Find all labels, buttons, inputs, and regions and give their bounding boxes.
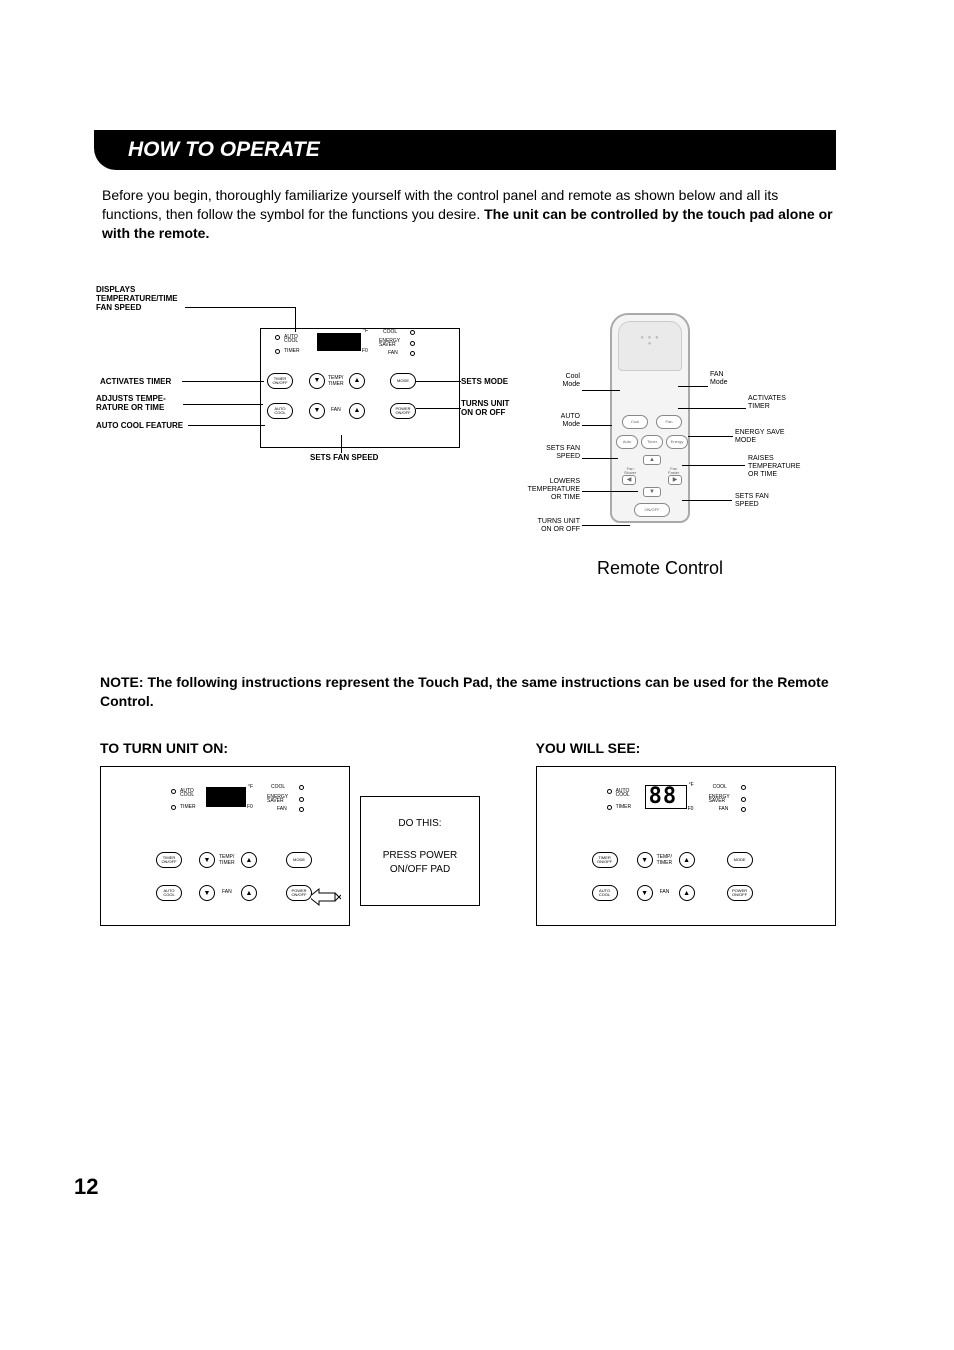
rc-raises: RAISESTEMPERATUREOR TIME: [748, 455, 800, 479]
rr2: ENERGYSAVER: [709, 795, 730, 803]
mbd1[interactable]: ▼: [199, 852, 215, 868]
diagrams-area: DISPLAYSTEMPERATURE/TIMEFAN SPEED ACTIVA…: [100, 293, 836, 593]
ind-fan: FAN: [388, 351, 398, 355]
btn-timer-onoff[interactable]: TIMERON/OFF: [267, 373, 293, 389]
callout-setsfan: SETS FAN SPEED: [310, 453, 378, 462]
step-left-head: TO TURN UNIT ON:: [100, 740, 506, 756]
pointer-icon: [311, 887, 341, 907]
mlbl1: TEMP/TIMER: [219, 854, 235, 866]
rc-sets-fan: SETS FANSPEED: [520, 445, 580, 461]
mbd2[interactable]: ▼: [199, 885, 215, 901]
callout-displays: DISPLAYSTEMPERATURE/TIMEFAN SPEED: [96, 285, 196, 312]
remote-energy[interactable]: Energy: [666, 435, 688, 449]
rb2[interactable]: MODE: [727, 852, 753, 868]
unit-f-bot: F0: [362, 349, 368, 353]
callout-turnsunit: TURNS UNITON OR OFF: [461, 399, 509, 417]
remote-cool[interactable]: Cool: [622, 415, 648, 429]
btn-mode[interactable]: MODE: [390, 373, 416, 389]
callout-adjusts-temp: ADJUSTS TEMPE-RATURE OR TIME: [96, 394, 166, 412]
remote-fan-slower: FanSlower: [624, 467, 636, 475]
mlbl2: FAN: [222, 889, 232, 895]
mr3: FAN: [277, 807, 287, 811]
rc-cool-mode: CoolMode: [530, 373, 580, 389]
callout-setsmode: SETS MODE: [461, 377, 508, 386]
mb1[interactable]: TIMERON/OFF: [156, 852, 182, 868]
rb1[interactable]: TIMERON/OFF: [592, 852, 618, 868]
intro-paragraph: Before you begin, thoroughly familiarize…: [100, 186, 836, 243]
remote-auto[interactable]: Auto: [616, 435, 638, 449]
remote-fan-faster: FanFaster: [668, 467, 679, 475]
remote-fan[interactable]: Fan: [656, 415, 682, 429]
instruction-box: DO THIS: PRESS POWERON/OFF PAD: [360, 796, 480, 906]
remote-up[interactable]: ▲: [643, 455, 661, 465]
ml1: AUTOCOOL: [180, 789, 194, 797]
panel-mini-left: °F F0 AUTOCOOL TIMER COOL ENERGYSAVER FA…: [100, 766, 350, 926]
rc-turns: TURNS UNITON OR OFF: [520, 518, 580, 534]
rl1: AUTOCOOL: [616, 789, 630, 797]
press-power: PRESS POWERON/OFF PAD: [369, 849, 471, 877]
page-number: 12: [74, 1174, 98, 1200]
rb4[interactable]: POWERON/OFF: [727, 885, 753, 901]
ind-timer: TIMER: [284, 349, 300, 353]
remote-timer[interactable]: Timer: [641, 435, 663, 449]
lbl-temp-timer: TEMP/TIMER: [328, 375, 344, 387]
rc-activates: ACTIVATESTIMER: [748, 395, 786, 411]
rlbl2: FAN: [660, 889, 670, 895]
note-text: NOTE: The following instructions represe…: [100, 673, 836, 711]
callout-autocool: AUTO COOL FEATURE: [96, 421, 183, 430]
mb2[interactable]: MODE: [286, 852, 312, 868]
btn-fan-up[interactable]: ▲: [349, 403, 365, 419]
rc-fan-mode: FANMode: [710, 371, 728, 387]
rbu1[interactable]: ▲: [679, 852, 695, 868]
rlbl1: TEMP/TIMER: [657, 854, 673, 866]
rb3[interactable]: AUTOCOOL: [592, 885, 618, 901]
unit-f-top: °F: [363, 329, 368, 333]
u2: F0: [247, 805, 253, 809]
rr1: COOL: [713, 785, 727, 789]
remote-left[interactable]: ◀: [622, 475, 636, 485]
remote-right[interactable]: ▶: [668, 475, 682, 485]
rbd2[interactable]: ▼: [637, 885, 653, 901]
panel-mini-right: 88 °F F0 AUTOCOOL TIMER COOL ENERGYSAVER…: [536, 766, 836, 926]
mr1: COOL: [271, 785, 285, 789]
section-header: HOW TO OPERATE: [94, 130, 836, 170]
rc-lowers: LOWERSTEMPERATUREOR TIME: [500, 478, 580, 502]
ru2: F0: [688, 807, 694, 811]
rc-auto-mode: AUTOMode: [530, 413, 580, 429]
callout-activates-timer: ACTIVATES TIMER: [100, 377, 171, 386]
ind-cool: COOL: [383, 330, 397, 334]
rc-sets-fan-r: SETS FANSPEED: [735, 493, 769, 509]
ru1: °F: [689, 783, 694, 787]
mbu1[interactable]: ▲: [241, 852, 257, 868]
btn-temp-up[interactable]: ▲: [349, 373, 365, 389]
btn-temp-down[interactable]: ▼: [309, 373, 325, 389]
rc-energy: ENERGY SAVEMODE: [735, 429, 785, 445]
mb3[interactable]: AUTOCOOL: [156, 885, 182, 901]
btn-fan-down[interactable]: ▼: [309, 403, 325, 419]
lbl-fan: FAN: [331, 407, 341, 413]
u1: °F: [248, 785, 253, 789]
do-this: DO THIS:: [369, 817, 471, 831]
mr2: ENERGYSAVER: [267, 795, 288, 803]
rbu2[interactable]: ▲: [679, 885, 695, 901]
btn-autocool[interactable]: AUTOCOOL: [267, 403, 293, 419]
ml2: TIMER: [180, 805, 196, 809]
step-right-head: YOU WILL SEE:: [536, 740, 836, 756]
ind-autocool: AUTOCOOL: [284, 335, 298, 343]
mb4[interactable]: POWERON/OFF: [286, 885, 312, 901]
display-88: 88: [649, 784, 678, 809]
rbd1[interactable]: ▼: [637, 852, 653, 868]
btn-power[interactable]: POWERON/OFF: [390, 403, 416, 419]
panel-display: [317, 333, 361, 351]
mbu2[interactable]: ▲: [241, 885, 257, 901]
ind-energy: ENERGYSAVER: [379, 339, 400, 347]
rl2: TIMER: [616, 805, 632, 809]
rr3: FAN: [719, 807, 729, 811]
remote-down[interactable]: ▼: [643, 487, 661, 497]
remote-title: Remote Control: [560, 558, 760, 579]
remote-onoff[interactable]: ON/OFF: [634, 503, 670, 517]
